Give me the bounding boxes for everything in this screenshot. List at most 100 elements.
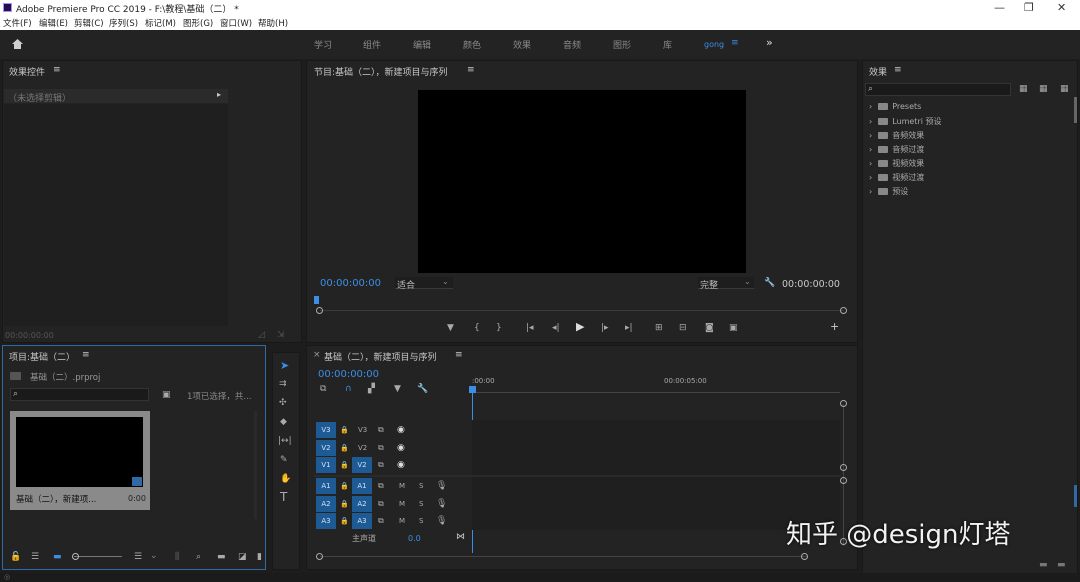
accelerated-effects-icon[interactable]: ▦ bbox=[1019, 84, 1028, 94]
go-to-in-icon[interactable]: |◂ bbox=[526, 323, 534, 333]
go-to-end-icon[interactable]: ⋈ bbox=[456, 532, 465, 542]
nest-icon[interactable]: ⧉ bbox=[320, 384, 326, 394]
lock-icon[interactable]: 🔒 bbox=[340, 499, 349, 509]
effects-folder-user-presets[interactable]: › 预设 bbox=[869, 186, 908, 197]
h-scroll-left-handle[interactable] bbox=[316, 553, 323, 560]
effects-scrollbar[interactable] bbox=[1074, 97, 1077, 123]
lock-icon[interactable]: 🔒 bbox=[340, 443, 349, 453]
sync-lock-icon[interactable]: ⧉ bbox=[378, 516, 384, 526]
lock-icon[interactable]: 🔒 bbox=[340, 460, 349, 470]
menu-graphics[interactable]: 图形(G) bbox=[183, 17, 213, 29]
v-scroll-audio-handle[interactable] bbox=[840, 477, 847, 484]
snap-icon[interactable]: ∩ bbox=[345, 384, 352, 394]
32bit-effects-icon[interactable]: ▦ bbox=[1039, 84, 1048, 94]
menu-window[interactable]: 窗口(W) bbox=[220, 17, 252, 29]
source-patch-a1[interactable]: A1 bbox=[316, 478, 336, 494]
workspace-tab-color[interactable]: 颜色 bbox=[463, 38, 481, 51]
v-scroll-mid-handle[interactable] bbox=[840, 464, 847, 471]
workspace-menu-icon[interactable]: ≡ bbox=[731, 38, 739, 48]
project-menu-icon[interactable]: ≡ bbox=[82, 350, 90, 360]
resolution-select[interactable]: 完整 ⌄ bbox=[698, 277, 754, 291]
effect-controls-menu-icon[interactable]: ≡ bbox=[53, 65, 61, 75]
track-target-a2[interactable]: A2 bbox=[352, 496, 372, 512]
effects-folder-audio-effects[interactable]: › 音频效果 bbox=[869, 130, 924, 141]
time-ruler[interactable] bbox=[472, 392, 840, 393]
audio-tracks-area[interactable] bbox=[472, 477, 840, 530]
menu-marker[interactable]: 标记(M) bbox=[145, 17, 176, 29]
workspace-overflow-icon[interactable]: » bbox=[766, 36, 773, 49]
lock-icon[interactable]: 🔓 bbox=[10, 552, 21, 562]
solo-button[interactable]: S bbox=[419, 482, 423, 490]
razor-tool-icon[interactable]: ◆ bbox=[280, 417, 287, 427]
step-forward-icon[interactable]: |▸ bbox=[601, 323, 609, 333]
project-clip-thumbnail[interactable]: 基础（二），新建项... 0:00 bbox=[10, 411, 150, 510]
new-bin-icon[interactable]: ▬ bbox=[217, 552, 226, 562]
monitor-playhead[interactable] bbox=[314, 296, 319, 304]
workspace-tab-gong[interactable]: gong bbox=[704, 40, 724, 49]
effects-search-input[interactable]: ⌕ bbox=[865, 83, 1011, 96]
project-search-input[interactable]: ⌕ bbox=[10, 388, 149, 401]
scrubber-right-handle[interactable] bbox=[840, 307, 847, 314]
find-icon[interactable]: ▣ bbox=[162, 390, 171, 400]
timeline-menu-icon[interactable]: ≡ bbox=[455, 350, 463, 360]
solo-button[interactable]: S bbox=[419, 517, 423, 525]
video-tracks-area[interactable] bbox=[472, 420, 840, 475]
workspace-tab-libraries[interactable]: 库 bbox=[663, 38, 672, 51]
delete-icon[interactable]: ▬ bbox=[1057, 560, 1066, 570]
zoom-select[interactable]: 适合 ⌄ bbox=[395, 277, 453, 291]
mark-out-icon[interactable]: } bbox=[496, 323, 502, 333]
export-frame-icon[interactable]: ◙ bbox=[705, 323, 714, 333]
workspace-tab-assembly[interactable]: 组件 bbox=[363, 38, 381, 51]
source-patch-v3[interactable]: V3 bbox=[316, 422, 336, 438]
add-marker-icon[interactable]: ▼ bbox=[394, 384, 401, 394]
lift-icon[interactable]: ⊞ bbox=[655, 323, 663, 333]
new-item-icon[interactable]: ◪ bbox=[238, 552, 247, 562]
playhead-handle[interactable] bbox=[469, 386, 476, 393]
menu-sequence[interactable]: 序列(S) bbox=[109, 17, 138, 29]
source-patch-a3[interactable]: A3 bbox=[316, 513, 336, 529]
icon-view-icon[interactable]: ▬ bbox=[53, 552, 62, 562]
source-patch-v1[interactable]: V1 bbox=[316, 457, 336, 473]
eye-icon[interactable]: ◉ bbox=[397, 425, 405, 435]
workspace-tab-editing[interactable]: 编辑 bbox=[413, 38, 431, 51]
sync-lock-icon[interactable]: ⧉ bbox=[378, 425, 384, 435]
new-folder-icon[interactable]: ▬ bbox=[1039, 560, 1048, 570]
track-target-a3[interactable]: A3 bbox=[352, 513, 372, 529]
close-button[interactable]: ✕ bbox=[1057, 1, 1066, 14]
effects-title[interactable]: 效果 bbox=[869, 65, 887, 78]
timeline-close-icon[interactable]: × bbox=[313, 350, 321, 360]
eye-icon[interactable]: ◉ bbox=[397, 443, 405, 453]
export-icon[interactable]: ⇲ bbox=[277, 330, 285, 340]
zoom-slider[interactable] bbox=[74, 556, 122, 557]
track-select-tool-icon[interactable]: ⇉ bbox=[279, 379, 287, 389]
sync-lock-icon[interactable]: ⧉ bbox=[378, 443, 384, 453]
effects-folder-presets[interactable]: › Presets bbox=[869, 102, 921, 111]
zoom-slider-handle[interactable] bbox=[72, 553, 79, 560]
ripple-edit-tool-icon[interactable]: ✣ bbox=[279, 398, 287, 408]
effects-folder-video-transitions[interactable]: › 视频过渡 bbox=[869, 172, 924, 183]
filter-icon[interactable]: ◿ bbox=[258, 330, 265, 340]
maximize-button[interactable]: ❐ bbox=[1024, 1, 1034, 14]
chevron-down-icon[interactable]: ⌄ bbox=[150, 551, 158, 561]
sync-lock-icon[interactable]: ⧉ bbox=[378, 460, 384, 470]
mute-button[interactable]: M bbox=[399, 517, 405, 525]
expand-arrow-icon[interactable]: ▸ bbox=[217, 90, 221, 99]
source-patch-a2[interactable]: A2 bbox=[316, 496, 336, 512]
source-patch-v2[interactable]: V2 bbox=[316, 440, 336, 456]
lock-icon[interactable]: 🔒 bbox=[340, 481, 349, 491]
type-tool-icon[interactable]: T bbox=[280, 491, 287, 503]
microphone-icon[interactable]: 🎙 bbox=[436, 499, 447, 509]
clear-icon[interactable]: ▮ bbox=[257, 552, 262, 562]
v-scroll-top-handle[interactable] bbox=[840, 400, 847, 407]
video-audio-divider[interactable] bbox=[314, 475, 840, 477]
add-marker-icon[interactable]: ▼ bbox=[447, 323, 454, 333]
automate-icon[interactable]: ⫼ bbox=[175, 552, 179, 562]
pen-tool-icon[interactable]: ✎ bbox=[280, 455, 288, 465]
menu-file[interactable]: 文件(F) bbox=[3, 17, 32, 29]
add-button-icon[interactable]: + bbox=[830, 321, 839, 332]
project-title[interactable]: 项目:基础（二） bbox=[9, 350, 75, 363]
effect-controls-timecode[interactable]: 00:00:00:00 bbox=[5, 331, 54, 340]
program-monitor-title[interactable]: 节目:基础（二），新建项目与序列 bbox=[314, 65, 448, 78]
h-scroll-right-handle[interactable] bbox=[801, 553, 808, 560]
timeline-settings-icon[interactable]: 🔧 bbox=[417, 384, 428, 394]
